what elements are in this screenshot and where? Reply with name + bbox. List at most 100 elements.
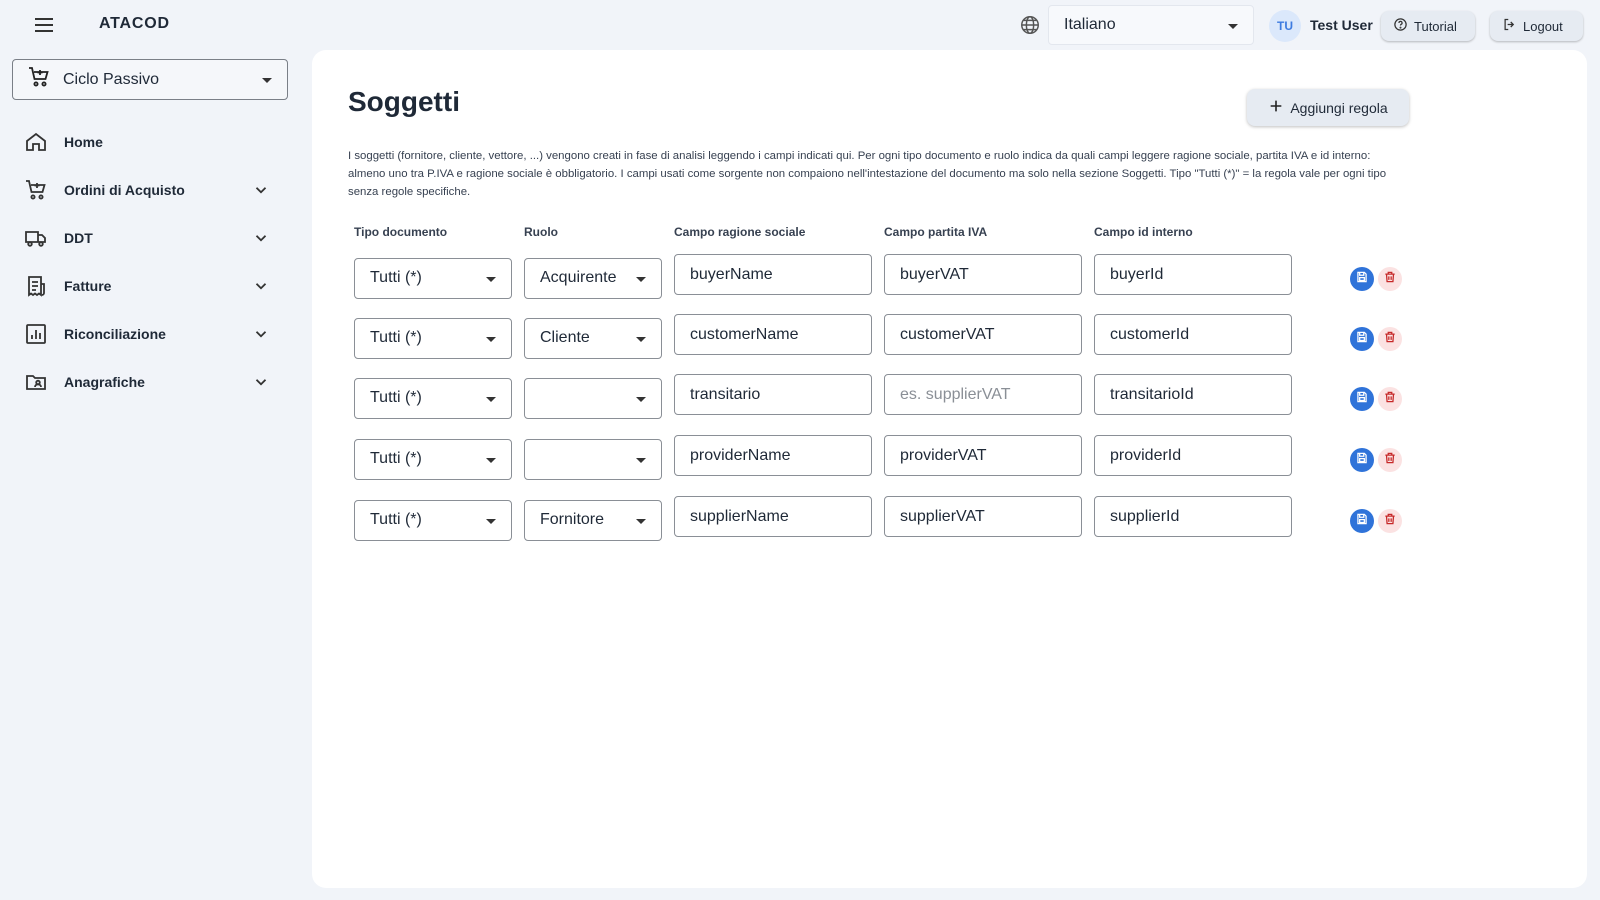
vat-field-input[interactable] [884,496,1082,537]
role-select[interactable] [524,439,662,480]
doc-type-value: Tutti (*) [370,329,422,346]
sidebar-item-anagrafiche[interactable]: Anagrafiche [22,364,282,400]
avatar[interactable]: TU [1269,10,1301,42]
column-header-vat-field: Campo partita IVA [884,225,988,239]
chevron-down-icon[interactable] [252,229,270,247]
tutorial-button[interactable]: Tutorial [1381,11,1475,41]
vat-field-input[interactable] [884,254,1082,295]
delete-button[interactable] [1378,327,1402,351]
chevron-down-icon[interactable] [252,181,270,199]
trash-icon [1383,390,1397,409]
role-value: Cliente [540,329,590,346]
save-button[interactable] [1350,267,1374,291]
name-field-input[interactable] [674,496,872,537]
language-value: Italiano [1064,16,1116,33]
sidebar-item-label: Home [64,134,103,150]
doc-type-select[interactable]: Tutti (*) [354,500,512,541]
globe-icon [1019,14,1041,36]
caret-down-icon [636,397,646,402]
id-field-input[interactable] [1094,374,1292,415]
cart-icon [27,65,51,94]
role-select[interactable]: Acquirente [524,258,662,299]
vat-field-input[interactable] [884,314,1082,355]
caret-down-icon [636,519,646,524]
name-field-input[interactable] [674,374,872,415]
id-field-input[interactable] [1094,435,1292,476]
role-value: Fornitore [540,511,605,528]
vat-field-input[interactable] [884,435,1082,476]
save-button[interactable] [1350,327,1374,351]
caret-down-icon [1228,24,1238,29]
name-field-input[interactable] [674,435,872,476]
column-header-id-field: Campo id interno [1094,225,1193,239]
sidebar-item-riconciliazione[interactable]: Riconciliazione [22,316,282,352]
sidebar-item-home[interactable]: Home [22,124,282,160]
chevron-down-icon[interactable] [252,277,270,295]
column-header-role: Ruolo [524,225,558,239]
plus-icon [1268,98,1284,117]
tutorial-label: Tutorial [1414,18,1457,34]
vat-field-input[interactable] [884,374,1082,415]
cycle-select[interactable]: Ciclo Passivo [12,59,288,100]
trash-icon [1383,512,1397,531]
id-field-input[interactable] [1094,314,1292,355]
logout-icon [1502,17,1517,35]
sidebar-item-fatture[interactable]: Fatture [22,268,282,304]
chevron-down-icon[interactable] [252,373,270,391]
menu-icon[interactable] [32,13,56,37]
doc-type-select[interactable]: Tutti (*) [354,439,512,480]
logout-button[interactable]: Logout [1490,11,1583,41]
name-field-input[interactable] [674,254,872,295]
sidebar-item-ordini-di-acquisto[interactable]: Ordini di Acquisto [22,172,282,208]
app-name: ATACOD [99,15,170,32]
add-rule-button[interactable]: Aggiungi regola [1247,89,1409,126]
doc-type-value: Tutti (*) [370,450,422,467]
help-circle-icon [1393,17,1408,35]
top-bar: ATACOD Italiano TU Test User Tutorial Lo… [0,0,1600,50]
cart-icon [24,178,48,202]
chevron-down-icon[interactable] [252,325,270,343]
role-select[interactable]: Fornitore [524,500,662,541]
caret-down-icon [262,78,272,83]
add-rule-label: Aggiungi regola [1290,99,1388,116]
language-select[interactable]: Italiano [1048,5,1254,45]
page-description: I soggetti (fornitore, cliente, vettore,… [348,150,1387,198]
delete-button[interactable] [1378,267,1402,291]
save-button[interactable] [1350,387,1374,411]
doc-type-select[interactable]: Tutti (*) [354,318,512,359]
doc-type-value: Tutti (*) [370,269,422,286]
doc-type-select[interactable]: Tutti (*) [354,258,512,299]
user-name: Test User [1310,17,1373,33]
id-field-input[interactable] [1094,496,1292,537]
save-button[interactable] [1350,509,1374,533]
doc-type-value: Tutti (*) [370,511,422,528]
column-header-name-field: Campo ragione sociale [674,225,806,239]
save-icon [1355,512,1369,531]
sidebar-item-label: DDT [64,230,93,246]
save-icon [1355,390,1369,409]
role-select[interactable]: Cliente [524,318,662,359]
sidebar-item-ddt[interactable]: DDT [22,220,282,256]
home-icon [24,130,48,154]
truck-icon [24,226,48,250]
receipt-icon [24,274,48,298]
doc-type-select[interactable]: Tutti (*) [354,378,512,419]
caret-down-icon [636,458,646,463]
trash-icon [1383,330,1397,349]
delete-button[interactable] [1378,448,1402,472]
caret-down-icon [486,337,496,342]
save-icon [1355,330,1369,349]
save-icon [1355,451,1369,470]
caret-down-icon [486,397,496,402]
delete-button[interactable] [1378,387,1402,411]
caret-down-icon [486,458,496,463]
logout-label: Logout [1523,18,1563,34]
role-select[interactable] [524,378,662,419]
save-button[interactable] [1350,448,1374,472]
cycle-value: Ciclo Passivo [63,70,160,88]
caret-down-icon [636,277,646,282]
id-field-input[interactable] [1094,254,1292,295]
delete-button[interactable] [1378,509,1402,533]
name-field-input[interactable] [674,314,872,355]
chart-icon [24,322,48,346]
